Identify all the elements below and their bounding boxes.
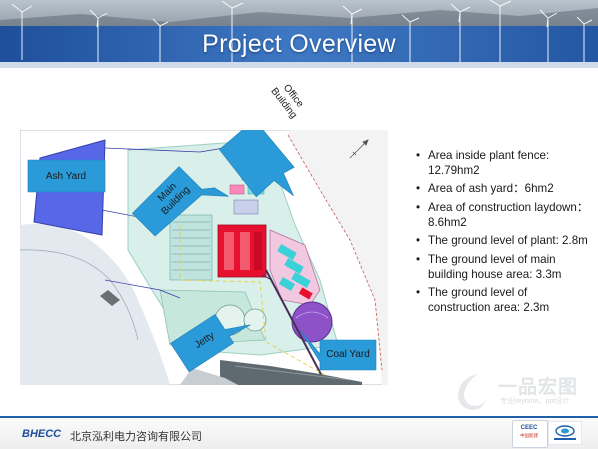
ceec-logo-subtext: 中国能建 [520,433,538,438]
footer-brand: BHECC [22,428,62,440]
bullet-item: The ground level of main building house … [412,252,592,282]
watermark-text: 一品宏图 [498,377,579,398]
bullet-item: The ground level of construction area: 2… [412,285,592,315]
slide-title: Project Overview [202,30,396,58]
partner-logo-icon [548,421,582,445]
footer-company-name: 北京泓利电力咨询有限公司 [70,431,202,443]
slide: Project Overview Ash Yard Office Buildin… [0,0,598,449]
overview-bullet-list: Area inside plant fence: 12.79hm2 Area o… [412,148,592,318]
watermark-subtext: 专业keynote、ppt设计 [500,398,570,405]
bullet-item: Area of ash yard：6hm2 [412,181,592,196]
ash-yard-label: Ash Yard [45,171,87,182]
site-plan-map: Ash Yard Office Building Main Building J… [20,82,388,385]
footer-divider [0,416,598,418]
coal-yard-label: Coal Yard [326,349,370,360]
ceec-logo-text: CEEC [520,425,538,431]
bullet-item: Area inside plant fence: 12.79hm2 [412,148,592,178]
bullet-item: Area of construction laydown：8.6hm2 [412,200,592,230]
bullet-item: The ground level of plant: 2.8m [412,233,592,248]
office-building-label: Office Building [260,69,316,131]
watermark-logo-icon [458,374,486,410]
